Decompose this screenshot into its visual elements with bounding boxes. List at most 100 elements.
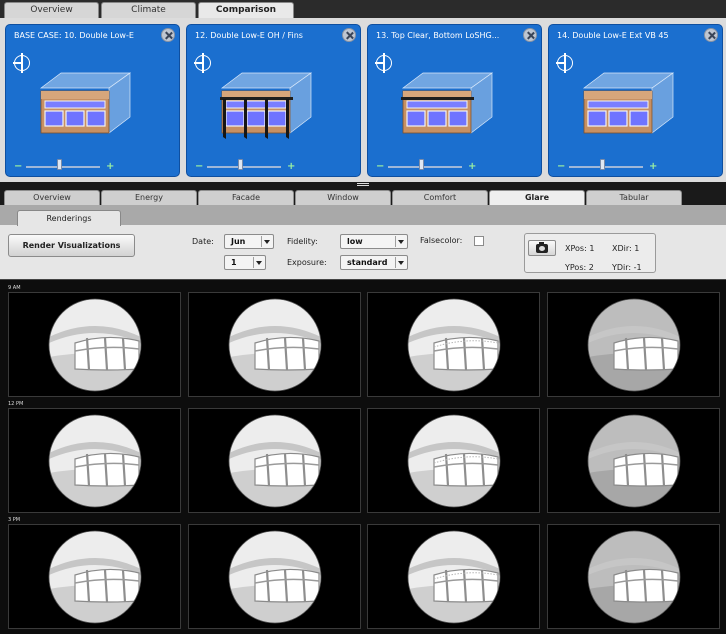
fisheye-rendering <box>228 298 322 392</box>
zoom-slider[interactable] <box>569 166 643 168</box>
case-card[interactable]: 12. Double Low-E OH / Fins − + <box>186 24 361 177</box>
panel-splitter-handle[interactable] <box>357 183 369 186</box>
window-pane <box>65 110 85 127</box>
chevron-down-icon <box>261 236 272 247</box>
rendering-thumbnail[interactable] <box>367 292 540 397</box>
exposure-label: Exposure: <box>287 258 327 267</box>
fisheye-rendering <box>228 530 322 624</box>
date-label: Date: <box>192 237 214 246</box>
case-card[interactable]: 14. Double Low-E Ext VB 45 − + <box>548 24 723 177</box>
rendering-thumbnail[interactable] <box>188 292 361 397</box>
camera-icon <box>536 242 548 253</box>
zoom-slider[interactable] <box>26 166 100 168</box>
vertical-fin <box>286 99 289 139</box>
case-card[interactable]: BASE CASE: 10. Double Low-E − + <box>5 24 180 177</box>
fisheye-scene <box>408 531 500 623</box>
zoom-slider[interactable] <box>388 166 462 168</box>
zoom-in-icon[interactable]: + <box>468 161 476 172</box>
window-pane <box>225 110 245 127</box>
fisheye-rendering <box>48 298 142 392</box>
zoom-slider[interactable] <box>207 166 281 168</box>
render-visualizations-button[interactable]: Render Visualizations <box>8 234 135 257</box>
fisheye-rendering <box>407 530 501 624</box>
rendering-thumbnail[interactable] <box>547 408 720 513</box>
xdir-value: 1 <box>634 244 640 253</box>
vertical-fin <box>265 99 268 139</box>
zoom-slider-thumb[interactable] <box>600 159 606 170</box>
fidelity-value: low <box>347 237 363 246</box>
fisheye-scene <box>229 531 321 623</box>
rendering-thumbnail[interactable] <box>188 408 361 513</box>
fisheye-scene <box>588 531 680 623</box>
rendering-thumbnail[interactable] <box>188 524 361 629</box>
case-comparison-strip: BASE CASE: 10. Double Low-E − + 12. Doub… <box>0 18 726 182</box>
fisheye-rendering <box>587 414 681 508</box>
rendering-thumbnail[interactable] <box>8 524 181 629</box>
building-model[interactable] <box>368 25 542 177</box>
window-pane <box>608 110 628 127</box>
zoom-in-icon[interactable]: + <box>106 161 114 172</box>
building-model[interactable] <box>187 25 361 177</box>
xdir-readout: XDir: 1 <box>612 244 639 253</box>
facade-spandrel <box>584 91 652 99</box>
tab-renderings[interactable]: Renderings <box>17 210 121 226</box>
exposure-select[interactable]: standard <box>340 255 408 270</box>
rendering-thumbnail[interactable] <box>8 292 181 397</box>
tab-tabular[interactable]: Tabular <box>586 190 682 205</box>
ypos-label: YPos: <box>565 263 587 272</box>
overhang-shade <box>401 97 474 100</box>
rendering-thumbnail[interactable] <box>547 292 720 397</box>
glare-subtab-bar: Renderings <box>0 205 726 226</box>
clerestory-window <box>225 100 287 109</box>
tab-overview[interactable]: Overview <box>4 190 100 205</box>
clerestory-window <box>587 100 649 109</box>
zoom-out-icon[interactable]: − <box>14 161 22 172</box>
xpos-value: 1 <box>589 244 595 253</box>
day-select[interactable]: 1 <box>224 255 266 270</box>
month-select[interactable]: Jun <box>224 234 274 249</box>
rendering-thumbnail[interactable] <box>8 408 181 513</box>
top-tab-climate[interactable]: Climate <box>101 2 196 18</box>
zoom-out-icon[interactable]: − <box>557 161 565 172</box>
fisheye-scene <box>49 299 141 391</box>
top-tab-overview[interactable]: Overview <box>4 2 99 18</box>
rendering-thumbnail[interactable] <box>367 408 540 513</box>
zoom-in-icon[interactable]: + <box>649 161 657 172</box>
tab-comfort[interactable]: Comfort <box>392 190 488 205</box>
window-pane <box>587 110 607 127</box>
fidelity-select[interactable]: low <box>340 234 408 249</box>
chevron-down-icon <box>395 236 406 247</box>
zoom-slider-thumb[interactable] <box>419 159 425 170</box>
zoom-out-icon[interactable]: − <box>376 161 384 172</box>
xdir-label: XDir: <box>612 244 632 253</box>
rendering-thumbnail[interactable] <box>547 524 720 629</box>
day-value: 1 <box>231 258 237 267</box>
tab-window[interactable]: Window <box>295 190 391 205</box>
top-tab-comparison[interactable]: Comparison <box>198 2 294 18</box>
zoom-out-icon[interactable]: − <box>195 161 203 172</box>
zoom-slider-thumb[interactable] <box>57 159 63 170</box>
rendering-thumbnail[interactable] <box>367 524 540 629</box>
time-row-label: 3 PM <box>8 517 21 523</box>
building-model[interactable] <box>6 25 180 177</box>
falsecolor-checkbox[interactable] <box>474 236 484 246</box>
facade-spandrel <box>41 91 109 99</box>
fisheye-scene <box>588 299 680 391</box>
top-tab-bar: Overview Climate Comparison <box>0 0 726 18</box>
building-model[interactable] <box>549 25 723 177</box>
tab-facade[interactable]: Facade <box>198 190 294 205</box>
fisheye-scene <box>588 415 680 507</box>
fisheye-rendering <box>228 414 322 508</box>
fisheye-scene <box>49 415 141 507</box>
window-pane <box>267 110 287 127</box>
clerestory-window <box>44 100 106 109</box>
tab-energy[interactable]: Energy <box>101 190 197 205</box>
case-card[interactable]: 13. Top Clear, Bottom LoSHG... − + <box>367 24 542 177</box>
zoom-in-icon[interactable]: + <box>287 161 295 172</box>
fisheye-rendering <box>407 414 501 508</box>
tab-glare[interactable]: Glare <box>489 190 585 205</box>
window-pane <box>448 110 468 127</box>
window-pane <box>629 110 649 127</box>
zoom-slider-thumb[interactable] <box>238 159 244 170</box>
camera-button[interactable] <box>528 240 556 256</box>
